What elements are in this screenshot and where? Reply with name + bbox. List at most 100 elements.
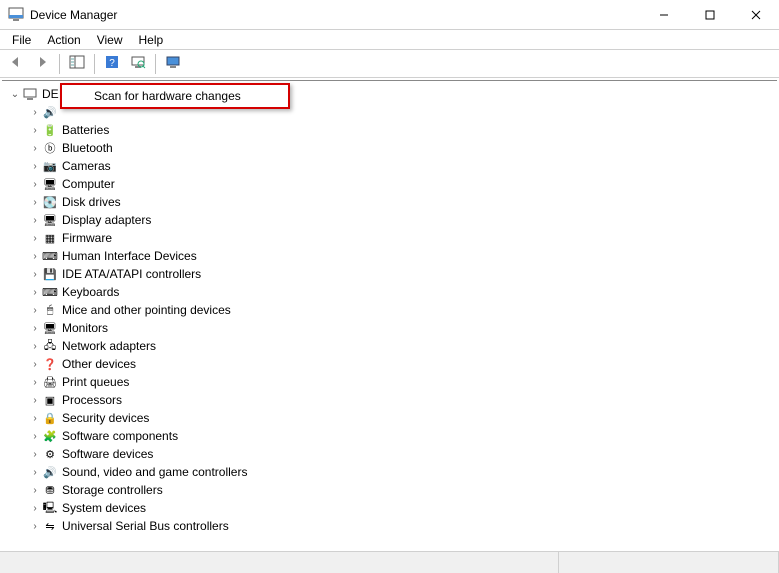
show-hide-tree-button[interactable] [65,52,89,76]
tree-node[interactable]: ›▣ Processors [6,391,773,409]
tree-node-label: Storage controllers [62,483,163,497]
tree-node[interactable]: ›🖳 System devices [6,499,773,517]
swcomp-icon: 🧩 [42,428,58,444]
ide-icon: 💾 [42,266,58,282]
forward-button[interactable] [30,52,54,76]
back-button[interactable] [4,52,28,76]
tree-pane-icon [69,54,85,73]
tree-node-label: Disk drives [62,195,121,209]
cpu-icon: ▣ [42,392,58,408]
tree-node-label: Sound, video and game controllers [62,465,247,479]
tree-node[interactable]: ›🧩Software components [6,427,773,445]
tree-node[interactable]: ›💽Disk drives [6,193,773,211]
tree-node[interactable]: ›🖧Network adapters [6,337,773,355]
tree-node[interactable]: ›🖨 Print queues [6,373,773,391]
status-segment [559,552,779,573]
tree-node-label: System devices [62,501,146,515]
tree-node-label: Monitors [62,321,108,335]
computer-icon [22,86,38,102]
devices-button[interactable] [161,52,185,76]
chevron-right-icon: › [28,521,42,532]
tree-node-label: Human Interface Devices [62,249,197,263]
chevron-right-icon: › [28,269,42,280]
tree-node[interactable]: ›💾 IDE ATA/ATAPI controllers [6,265,773,283]
tree-node[interactable]: ›🖥Display adapters [6,211,773,229]
tree-node-label: Bluetooth [62,141,113,155]
monitor-icon [165,54,181,73]
other-icon: ❓ [42,356,58,372]
tree-node[interactable]: ›🔋Batteries [6,121,773,139]
tree-node[interactable]: ›⛃Storage controllers [6,481,773,499]
tree-node[interactable]: ›🔒 Security devices [6,409,773,427]
forward-icon [34,54,50,73]
scan-hardware-button[interactable] [126,52,150,76]
chevron-right-icon: › [28,161,42,172]
usb-icon: ⇋ [42,518,58,534]
tree-node-label: Network adapters [62,339,156,353]
tree-node[interactable]: ›🖥Monitors [6,319,773,337]
chevron-right-icon: › [28,395,42,406]
tree-node-label: Keyboards [62,285,119,299]
firmware-icon: ▦ [42,230,58,246]
toolbar-separator [94,54,95,74]
statusbar [0,551,779,573]
tree-node-label: Computer [62,177,115,191]
chevron-right-icon: › [28,413,42,424]
swdev-icon: ⚙ [42,446,58,462]
chevron-right-icon: › [28,323,42,334]
chevron-right-icon: › [28,485,42,496]
keyboard-icon: ⌨ [42,284,58,300]
tree-node[interactable]: ›❓ Other devices [6,355,773,373]
tree-node-label: Software devices [62,447,153,461]
menu-scan-hardware-changes[interactable]: Scan for hardware changes [62,85,288,107]
back-icon [8,54,24,73]
menu-view[interactable]: View [89,31,131,49]
svg-text:?: ? [109,58,115,69]
toolbar: ? [0,50,779,78]
tree-node[interactable]: ›🔊Sound, video and game controllers [6,463,773,481]
tree-node[interactable]: ›▦ Firmware [6,229,773,247]
toolbar-separator [155,54,156,74]
chevron-right-icon: › [28,125,42,136]
printer-icon: 🖨 [42,374,58,390]
chevron-down-icon: ⌄ [8,89,22,100]
tree-node[interactable]: ›⚙Software devices [6,445,773,463]
menu-help[interactable]: Help [131,31,172,49]
help-button[interactable]: ? [100,52,124,76]
tree-node-label: Display adapters [62,213,151,227]
menu-action[interactable]: Action [39,31,88,49]
tree-node-label: Security devices [62,411,149,425]
tree-node[interactable]: ›⌨Keyboards [6,283,773,301]
tree-node[interactable]: ›📷Cameras [6,157,773,175]
chevron-right-icon: › [28,305,42,316]
tree-node[interactable]: ›🖱Mice and other pointing devices [6,301,773,319]
tree-node-label: Firmware [62,231,112,245]
tree-node[interactable]: ›⌨Human Interface Devices [6,247,773,265]
tree-node[interactable]: ›ⓑ Bluetooth [6,139,773,157]
chevron-right-icon: › [28,143,42,154]
menu-file[interactable]: File [4,31,39,49]
tree-node[interactable]: ›⇋ Universal Serial Bus controllers [6,517,773,535]
bluetooth-icon: ⓑ [42,140,58,156]
tree-node-label: IDE ATA/ATAPI controllers [62,267,201,281]
security-icon: 🔒 [42,410,58,426]
tree-node[interactable]: ›🖥Computer [6,175,773,193]
tree-node-label: Mice and other pointing devices [62,303,231,317]
chevron-right-icon: › [28,233,42,244]
chevron-right-icon: › [28,359,42,370]
system-icon: 🖳 [42,500,58,516]
status-segment [0,552,559,573]
chevron-right-icon: › [28,251,42,262]
tree-node-label: Other devices [62,357,136,371]
help-icon: ? [104,54,120,73]
chevron-right-icon: › [28,431,42,442]
close-button[interactable] [733,0,779,30]
tree-node-label: Universal Serial Bus controllers [62,519,229,533]
chevron-right-icon: › [28,503,42,514]
tree-node-label: Processors [62,393,122,407]
maximize-button[interactable] [687,0,733,30]
chevron-right-icon: › [28,197,42,208]
minimize-button[interactable] [641,0,687,30]
tree-node-label: Print queues [62,375,129,389]
chevron-right-icon: › [28,377,42,388]
